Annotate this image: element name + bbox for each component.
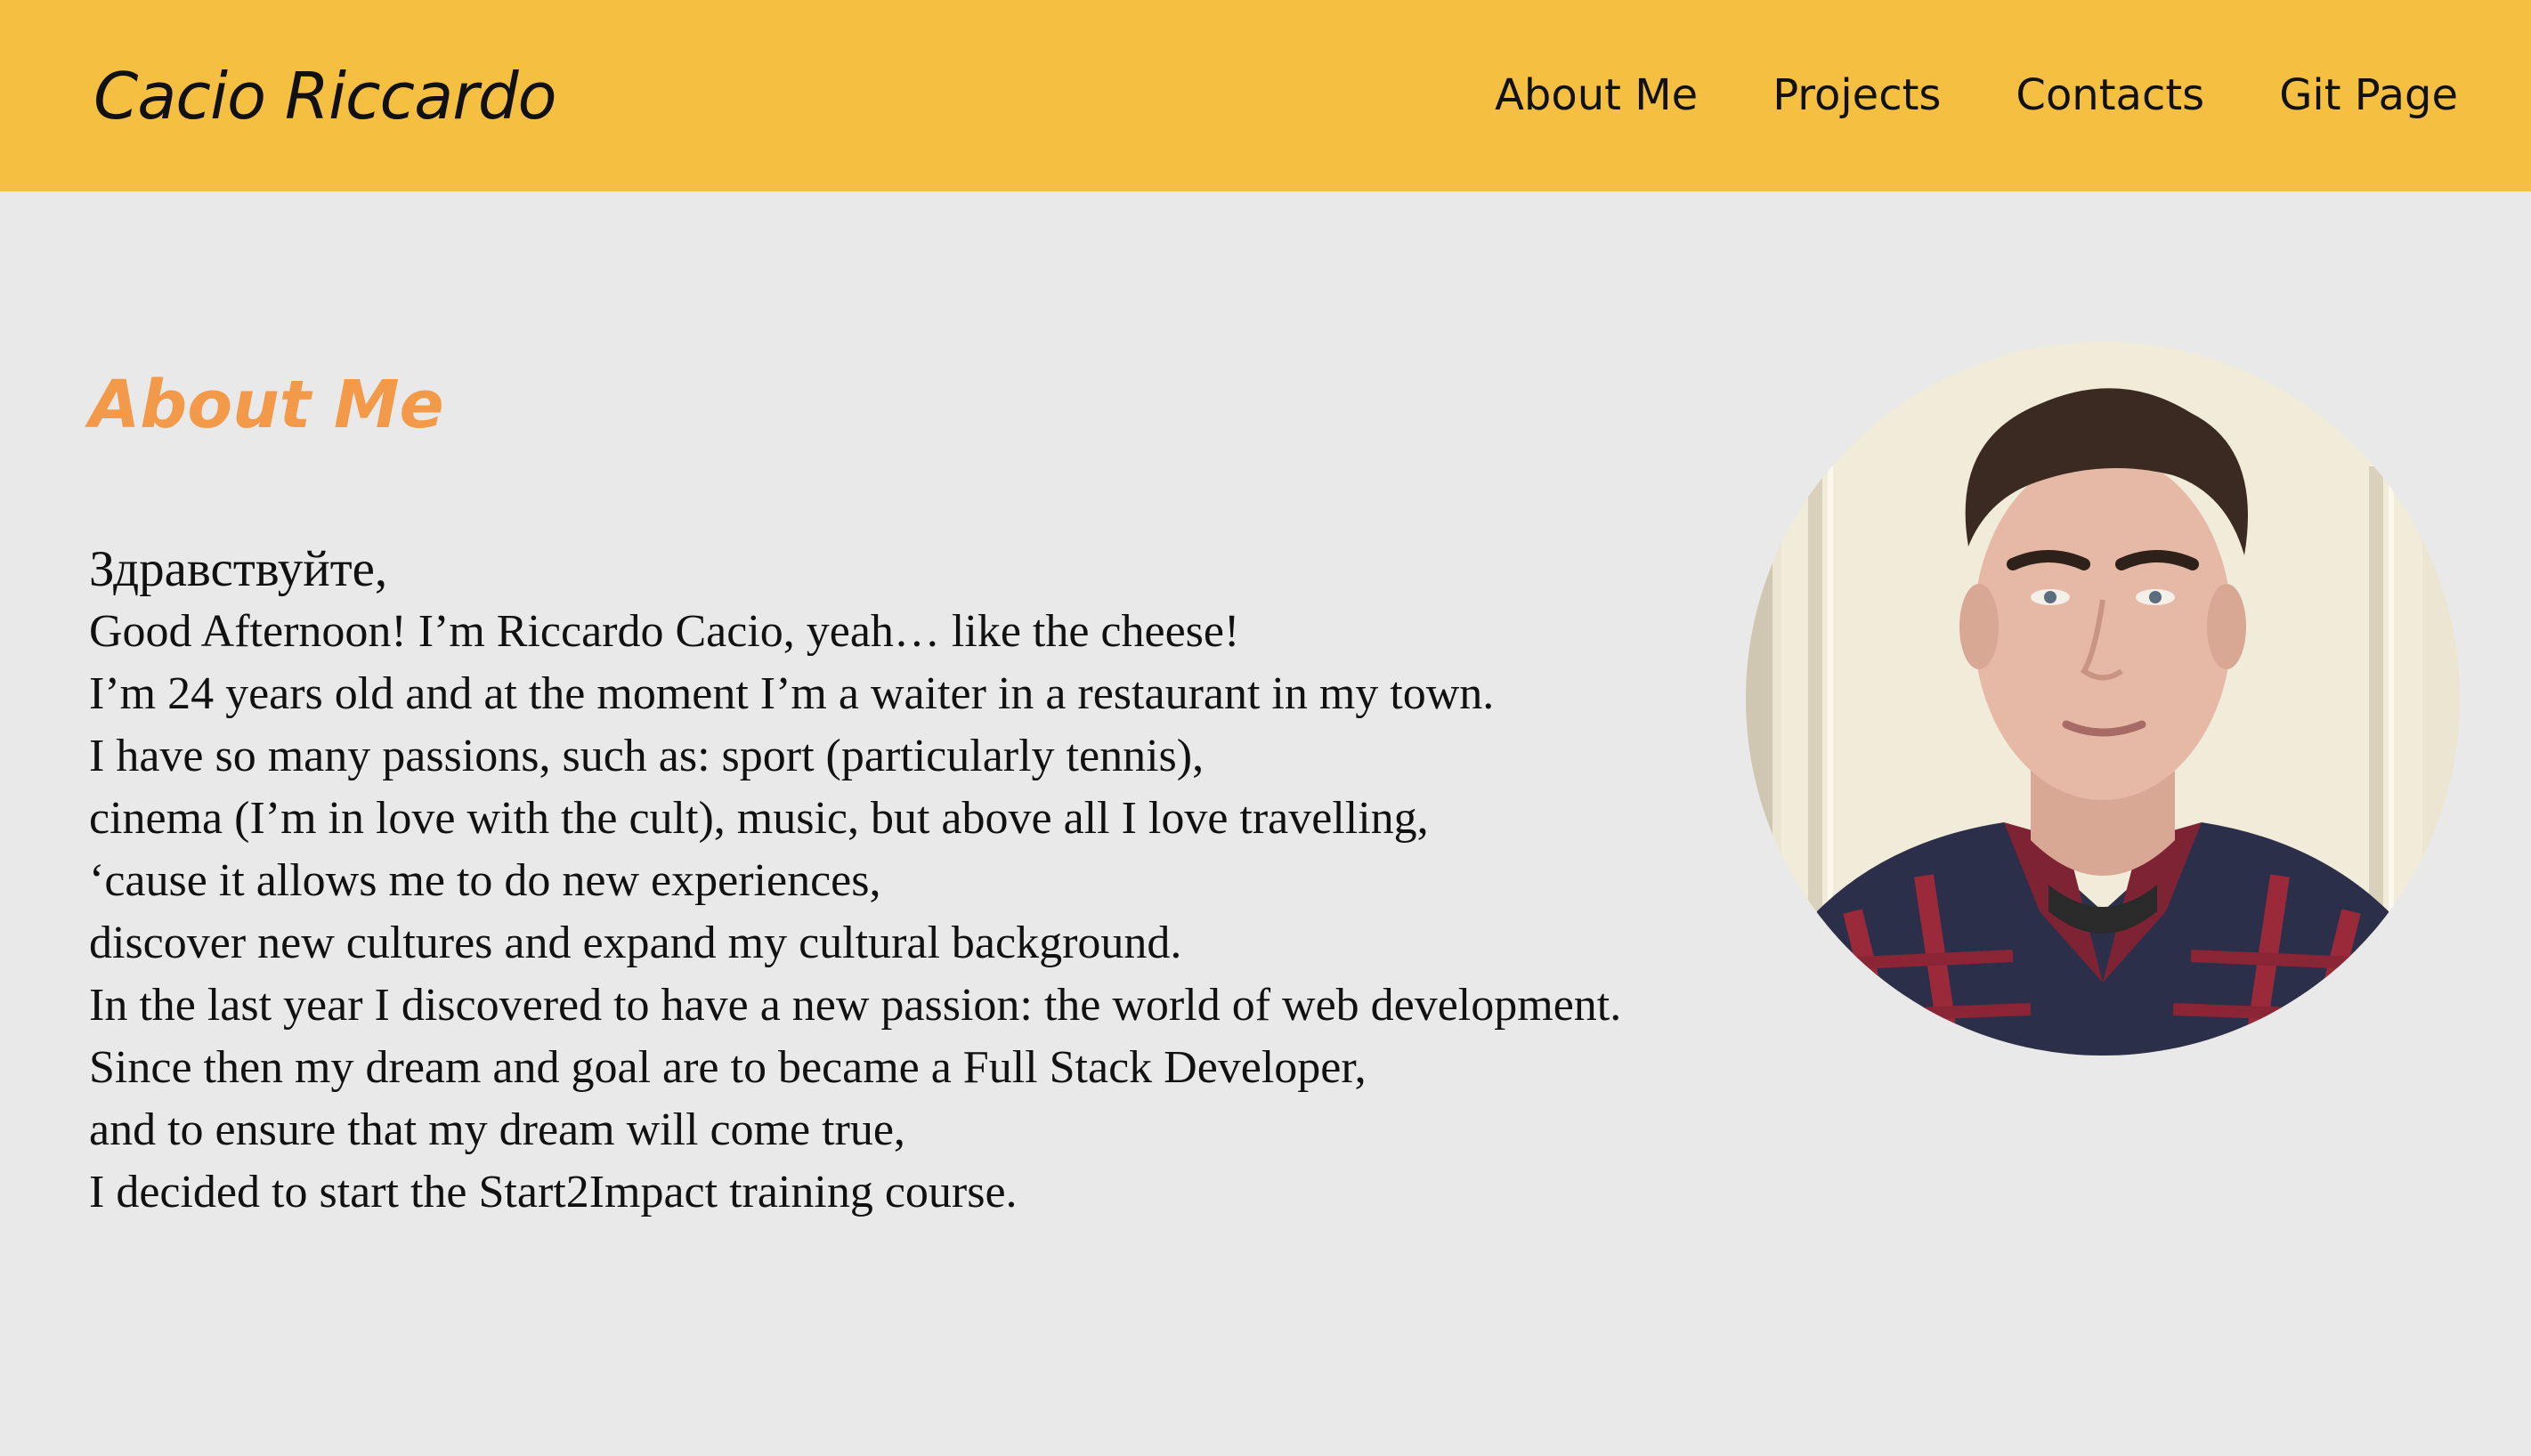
- nav-about-me[interactable]: About Me: [1495, 64, 1698, 126]
- bio-line: I decided to start the Start2Impact trai…: [89, 1167, 1018, 1217]
- profile-photo: [1746, 342, 2460, 1056]
- nav-git-page[interactable]: Git Page: [2279, 64, 2458, 126]
- bio-line: ‘cause it allows me to do new experience…: [89, 855, 881, 906]
- page-title: About Me: [89, 367, 444, 443]
- bio-line: and to ensure that my dream will come tr…: [89, 1104, 905, 1155]
- nav-contacts[interactable]: Contacts: [2016, 64, 2204, 126]
- bio-line: Since then my dream and goal are to beca…: [89, 1042, 1367, 1093]
- site-logo[interactable]: Cacio Riccardo: [93, 52, 557, 141]
- bio-text: Здравствуйте, Good Afternoon! I’m Riccar…: [89, 538, 1621, 1224]
- bio-line: I’m 24 years old and at the moment I’m a…: [89, 668, 1495, 719]
- site-header: Cacio Riccardo About Me Projects Contact…: [0, 0, 2531, 191]
- bio-line: discover new cultures and expand my cult…: [89, 918, 1182, 968]
- nav-projects[interactable]: Projects: [1773, 64, 1941, 126]
- bio-line: Good Afternoon! I’m Riccardo Cacio, yeah…: [89, 606, 1240, 657]
- bio-line: In the last year I discovered to have a …: [89, 980, 1622, 1031]
- main-nav: About Me Projects Contacts Git Page: [1495, 64, 2458, 126]
- bio-line: Здравствуйте,: [89, 541, 388, 597]
- bio-line: cinema (I’m in love with the cult), musi…: [89, 793, 1429, 844]
- bio-line: I have so many passions, such as: sport …: [89, 731, 1205, 781]
